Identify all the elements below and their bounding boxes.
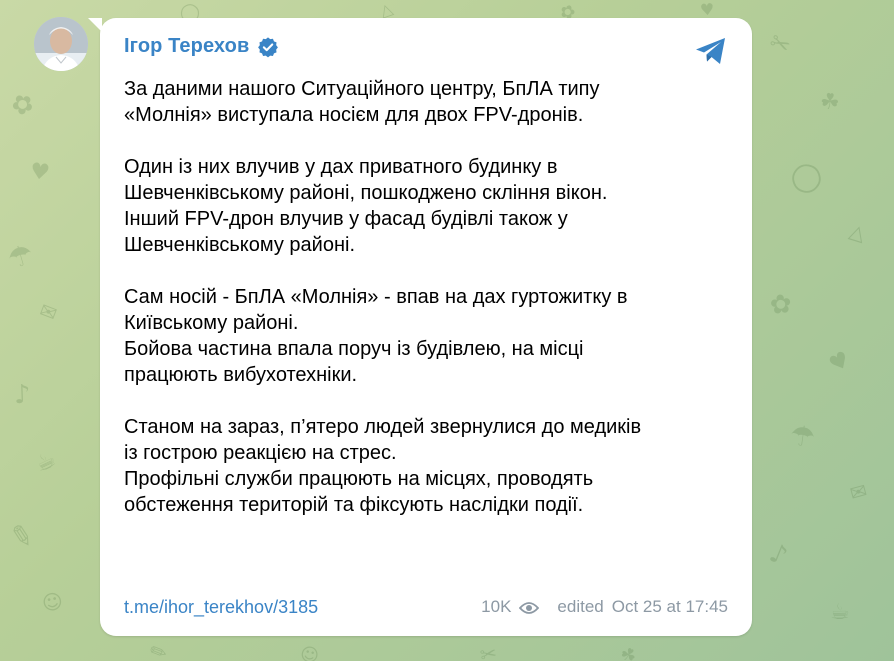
message-paragraph: Один із них влучив у дах приватного буди… [124, 154, 736, 258]
author-avatar[interactable] [34, 17, 88, 71]
background-doodle: ☂ [3, 237, 38, 276]
background-doodle: ✂ [764, 27, 796, 61]
background-doodle: ✉ [36, 297, 61, 327]
background-doodle: ♥ [699, 0, 716, 20]
verified-badge-icon [257, 36, 279, 58]
background-doodle: ✎ [145, 637, 171, 661]
background-doodle: ✿ [5, 86, 40, 124]
message-line: обстеження територій та фіксують наслідк… [124, 494, 584, 516]
message-line: Профільні служби працюють на місцях, про… [124, 468, 594, 490]
background-doodle: ♥ [825, 346, 855, 379]
background-doodle: ☺ [39, 588, 65, 616]
background-doodle: ☘ [616, 642, 641, 661]
edited-label: edited [557, 597, 604, 616]
message-line: Один із них влучив у дах приватного буди… [124, 156, 558, 178]
message-meta: 10K edited Oct 25 at 17:45 [481, 597, 728, 617]
background-doodle: ☺ [297, 643, 321, 661]
message-line: Станом на зараз, п’ятеро людей звернулис… [124, 416, 642, 438]
message-line: Шевченківському районі. [124, 234, 355, 256]
background-doodle: ☘ [819, 89, 841, 116]
background-doodle: ✿ [768, 288, 794, 322]
message-line: Інший FPV-дрон влучив у фасад будівлі та… [124, 208, 568, 230]
message-line: Сам носій - БпЛА «Молнія» - впав на дах … [124, 286, 628, 308]
background-doodle: ☂ [787, 418, 818, 455]
view-count: 10K [481, 597, 512, 616]
background-doodle: ♥ [28, 158, 52, 187]
message-text: За даними нашого Ситуаційного центру, Бп… [124, 76, 736, 518]
background-doodle: ♪ [764, 537, 792, 573]
message-line: Київському районі. [124, 312, 299, 334]
background-doodle: ☕ [31, 447, 61, 478]
message-line: «Молнія» виступала носієм для двох FPV-д… [124, 104, 584, 126]
message-footer: t.me/ihor_terekhov/3185 10K edited Oct 2… [124, 596, 728, 618]
author-row: Ігор Терехов [124, 35, 279, 58]
background-doodle: ✂ [478, 640, 499, 661]
message-line: Бойова частина впала поруч із будівлею, … [124, 338, 584, 360]
background-doodle: ☕ [829, 599, 850, 626]
message-bubble: Ігор Терехов За даними нашого Ситуаційно… [88, 18, 752, 636]
message-line: із гострою реакцією на стрес. [124, 442, 397, 464]
message-paragraph: Сам носій - БпЛА «Молнія» - впав на дах … [124, 284, 736, 388]
telegram-plane-icon[interactable] [694, 36, 728, 66]
message-line: За даними нашого Ситуаційного центру, Бп… [124, 78, 600, 100]
message-line: працюють вибухотехніки. [124, 364, 358, 386]
background-doodle: ◯ [785, 155, 827, 198]
eye-icon [519, 600, 540, 614]
background-doodle: ✉ [847, 478, 870, 506]
message-paragraph: За даними нашого Ситуаційного центру, Бп… [124, 76, 736, 128]
message-timestamp: Oct 25 at 17:45 [611, 597, 728, 616]
background-doodle: ♪ [13, 379, 32, 411]
bubble-tail [88, 18, 102, 32]
message-paragraph: Станом на зараз, п’ятеро людей звернулис… [124, 414, 736, 518]
author-name[interactable]: Ігор Терехов [124, 35, 249, 58]
background-doodle: ✎ [6, 517, 37, 556]
post-link[interactable]: t.me/ihor_terekhov/3185 [124, 597, 318, 618]
message-line: Шевченківському районі, пошкоджено склін… [124, 182, 608, 204]
background-doodle: △ [846, 218, 869, 246]
